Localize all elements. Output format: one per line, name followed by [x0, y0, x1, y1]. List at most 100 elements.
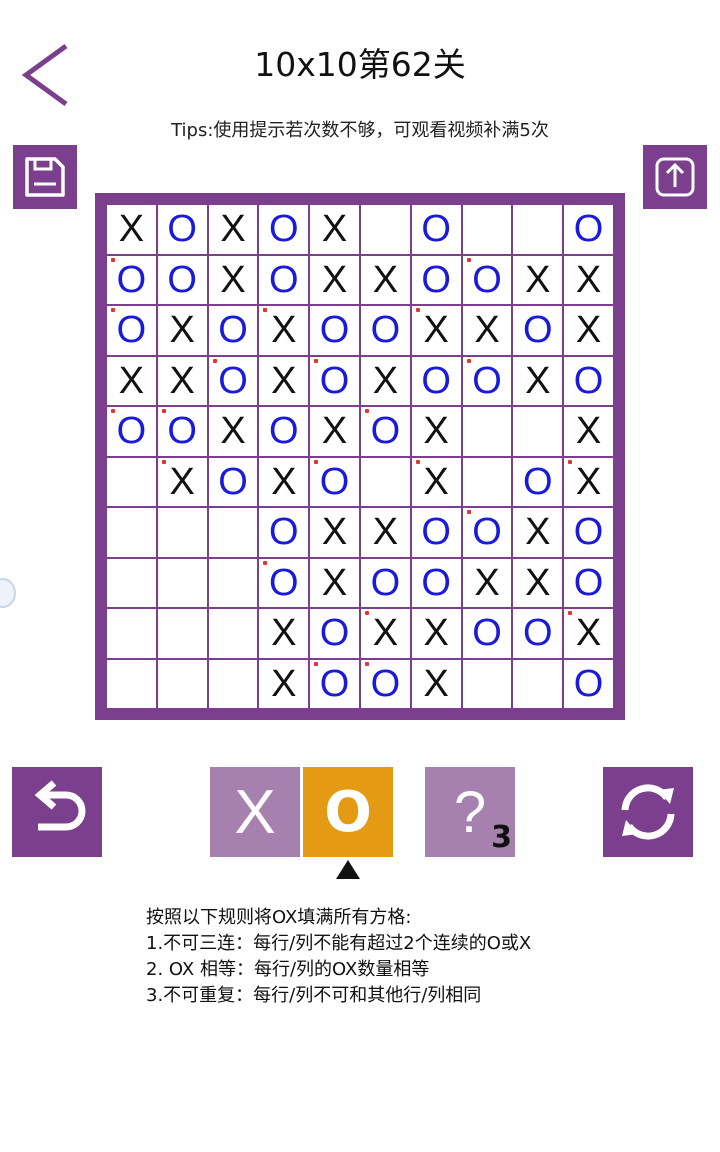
board-cell[interactable] — [107, 609, 156, 658]
board-cell[interactable]: X — [157, 457, 207, 506]
board-cell[interactable] — [360, 205, 410, 254]
board-cell[interactable] — [208, 609, 258, 658]
board-cell[interactable]: O — [259, 508, 309, 557]
board-cell[interactable]: X — [564, 407, 613, 456]
board-cell[interactable] — [462, 659, 512, 708]
board-cell[interactable]: X — [411, 659, 461, 708]
board-cell[interactable] — [462, 407, 512, 456]
board-cell[interactable]: O — [208, 457, 258, 506]
board-cell[interactable]: X — [157, 356, 207, 405]
board-cell[interactable]: X — [411, 306, 461, 355]
board-cell[interactable]: O — [360, 407, 410, 456]
board-cell[interactable]: X — [411, 407, 461, 456]
board-cell[interactable]: O — [411, 558, 461, 607]
save-button[interactable] — [13, 145, 77, 209]
board-cell[interactable]: O — [564, 558, 613, 607]
board-cell[interactable]: O — [157, 205, 207, 254]
board-cell[interactable]: O — [157, 407, 207, 456]
board-cell[interactable]: X — [259, 609, 309, 658]
board-cell[interactable]: O — [411, 255, 461, 304]
board-cell[interactable]: X — [259, 457, 309, 506]
board-cell[interactable]: X — [208, 407, 258, 456]
floating-assist-handle[interactable] — [0, 578, 16, 608]
board-cell[interactable]: X — [259, 659, 309, 708]
board-cell[interactable]: O — [107, 255, 156, 304]
board-cell[interactable]: O — [411, 356, 461, 405]
board-cell[interactable]: X — [310, 558, 359, 607]
hint-button[interactable]: ? 3 — [425, 767, 515, 857]
board-cell[interactable]: X — [513, 255, 563, 304]
board-cell[interactable]: O — [462, 609, 512, 658]
board-cell[interactable] — [208, 659, 258, 708]
board-cell[interactable]: X — [310, 508, 359, 557]
board-cell[interactable] — [157, 659, 207, 708]
board-cell[interactable]: X — [513, 558, 563, 607]
undo-button[interactable] — [12, 767, 102, 857]
board-cell[interactable]: O — [107, 407, 156, 456]
board-cell[interactable]: X — [259, 356, 309, 405]
board-cell[interactable]: O — [411, 508, 461, 557]
board-cell[interactable]: X — [564, 609, 613, 658]
board-cell[interactable]: O — [513, 457, 563, 506]
board-cell[interactable]: X — [513, 508, 563, 557]
board-cell[interactable]: X — [360, 255, 410, 304]
board-cell[interactable] — [107, 659, 156, 708]
board-cell[interactable] — [208, 508, 258, 557]
board-cell[interactable]: O — [462, 508, 512, 557]
board-cell[interactable]: O — [564, 508, 613, 557]
board-cell[interactable]: X — [513, 356, 563, 405]
board-cell[interactable]: O — [360, 306, 410, 355]
board-cell[interactable]: O — [462, 356, 512, 405]
board-cell[interactable]: X — [310, 205, 359, 254]
select-x-button[interactable]: X — [210, 767, 300, 857]
board-cell[interactable]: X — [259, 306, 309, 355]
select-o-button[interactable]: O — [303, 767, 393, 857]
board-cell[interactable]: X — [208, 205, 258, 254]
board-cell[interactable]: X — [360, 609, 410, 658]
board-cell[interactable]: O — [208, 306, 258, 355]
board-cell[interactable]: O — [360, 558, 410, 607]
board-cell[interactable] — [157, 558, 207, 607]
board-cell[interactable]: X — [107, 205, 156, 254]
board-cell[interactable]: O — [310, 356, 359, 405]
board-cell[interactable]: O — [208, 356, 258, 405]
board-cell[interactable]: O — [310, 609, 359, 658]
board-cell[interactable]: O — [310, 457, 359, 506]
board-cell[interactable]: X — [360, 356, 410, 405]
board-cell[interactable]: O — [564, 659, 613, 708]
board-cell[interactable]: O — [513, 609, 563, 658]
board-cell[interactable] — [107, 558, 156, 607]
board-cell[interactable] — [360, 457, 410, 506]
board-cell[interactable]: X — [411, 609, 461, 658]
board-cell[interactable]: X — [462, 306, 512, 355]
board-cell[interactable]: O — [564, 205, 613, 254]
board-cell[interactable] — [208, 558, 258, 607]
refresh-button[interactable] — [603, 767, 693, 857]
board-cell[interactable]: O — [259, 255, 309, 304]
board-cell[interactable]: X — [107, 356, 156, 405]
board-cell[interactable]: O — [564, 356, 613, 405]
board-cell[interactable]: X — [310, 407, 359, 456]
board-cell[interactable]: O — [157, 255, 207, 304]
board-cell[interactable]: X — [411, 457, 461, 506]
share-button[interactable] — [643, 145, 707, 209]
board-cell[interactable] — [513, 205, 563, 254]
board-cell[interactable] — [462, 457, 512, 506]
board-cell[interactable]: O — [259, 558, 309, 607]
board-cell[interactable]: O — [411, 205, 461, 254]
board-cell[interactable]: X — [310, 255, 359, 304]
board-cell[interactable]: O — [360, 659, 410, 708]
board-cell[interactable]: X — [360, 508, 410, 557]
board-cell[interactable]: O — [310, 659, 359, 708]
board-cell[interactable] — [462, 205, 512, 254]
board-cell[interactable]: X — [564, 457, 613, 506]
board-cell[interactable] — [157, 609, 207, 658]
board-cell[interactable]: X — [462, 558, 512, 607]
board-cell[interactable]: O — [259, 205, 309, 254]
board-cell[interactable]: X — [208, 255, 258, 304]
board-cell[interactable]: O — [259, 407, 309, 456]
board-cell[interactable]: O — [513, 306, 563, 355]
board-cell[interactable] — [513, 407, 563, 456]
board-cell[interactable]: X — [564, 255, 613, 304]
board-cell[interactable] — [513, 659, 563, 708]
